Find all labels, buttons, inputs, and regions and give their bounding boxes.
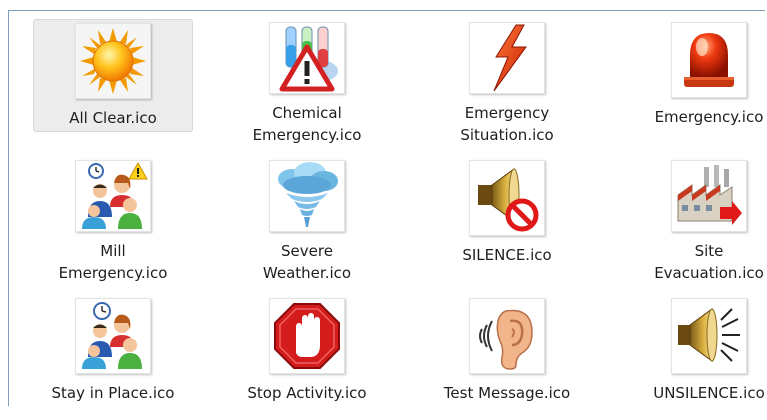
file-name: Stay in Place.ico: [51, 384, 175, 402]
thumbnail: [469, 298, 545, 374]
ear-sound-icon: [479, 309, 533, 370]
file-name: Stop Activity.ico: [247, 384, 367, 402]
file-name: All Clear.ico: [69, 109, 157, 127]
chemical-warning-icon: [279, 26, 338, 92]
file-name: Severe Weather.ico: [262, 242, 352, 282]
file-name: Mill Emergency.ico: [58, 242, 168, 282]
file-item-emergency-situation[interactable]: Emergency Situation.ico: [427, 19, 587, 144]
thumbnail: [269, 22, 345, 94]
lightning-bolt-icon: [493, 24, 527, 92]
file-item-severe-weather[interactable]: Severe Weather.ico: [227, 157, 387, 282]
file-name: Emergency.ico: [654, 108, 764, 126]
thumbnail: [269, 160, 345, 232]
speaker-sound-icon: [678, 308, 740, 362]
speaker-mute-icon: [478, 168, 539, 232]
stop-hand-icon: [274, 303, 340, 369]
file-item-mill-emergency[interactable]: Mill Emergency.ico: [33, 157, 193, 282]
file-view-pane: All Clear.ico Chemical Emergency.ico Eme…: [8, 10, 765, 406]
file-name: Test Message.ico: [443, 384, 571, 402]
file-item-test-message[interactable]: Test Message.ico: [427, 295, 587, 420]
file-name: Chemical Emergency.ico: [252, 104, 362, 144]
thumbnail: [469, 160, 545, 236]
thumbnail: [75, 160, 151, 232]
file-item-chemical-emergency[interactable]: Chemical Emergency.ico: [227, 19, 387, 144]
file-name: Site Evacuation.ico: [654, 242, 764, 282]
file-item-site-evacuation[interactable]: Site Evacuation.ico: [629, 157, 767, 282]
thumbnail: [75, 23, 151, 99]
file-item-stay-in-place[interactable]: Stay in Place.ico: [33, 295, 193, 420]
tornado-icon: [278, 162, 338, 227]
thumbnail: [469, 22, 545, 94]
file-name: UNSILENCE.ico: [653, 384, 765, 402]
people-alert-icon: [82, 161, 148, 229]
sun-icon: [80, 28, 146, 94]
file-item-stop-activity[interactable]: Stop Activity.ico: [227, 295, 387, 420]
file-item-unsilence[interactable]: UNSILENCE.ico: [629, 295, 767, 420]
thumbnail: [671, 22, 747, 98]
thumbnail: [671, 160, 747, 232]
thumbnail: [671, 298, 747, 374]
file-name: SILENCE.ico: [462, 246, 552, 264]
siren-light-icon: [684, 33, 734, 87]
file-item-silence[interactable]: SILENCE.ico: [427, 157, 587, 282]
factory-exit-icon: [677, 165, 742, 225]
file-item-all-clear[interactable]: All Clear.ico: [33, 19, 193, 132]
people-wait-icon: [82, 302, 142, 369]
thumbnail: [75, 298, 151, 374]
file-item-emergency[interactable]: Emergency.ico: [629, 19, 767, 144]
file-name: Emergency Situation.ico: [460, 104, 554, 144]
thumbnail: [269, 298, 345, 374]
